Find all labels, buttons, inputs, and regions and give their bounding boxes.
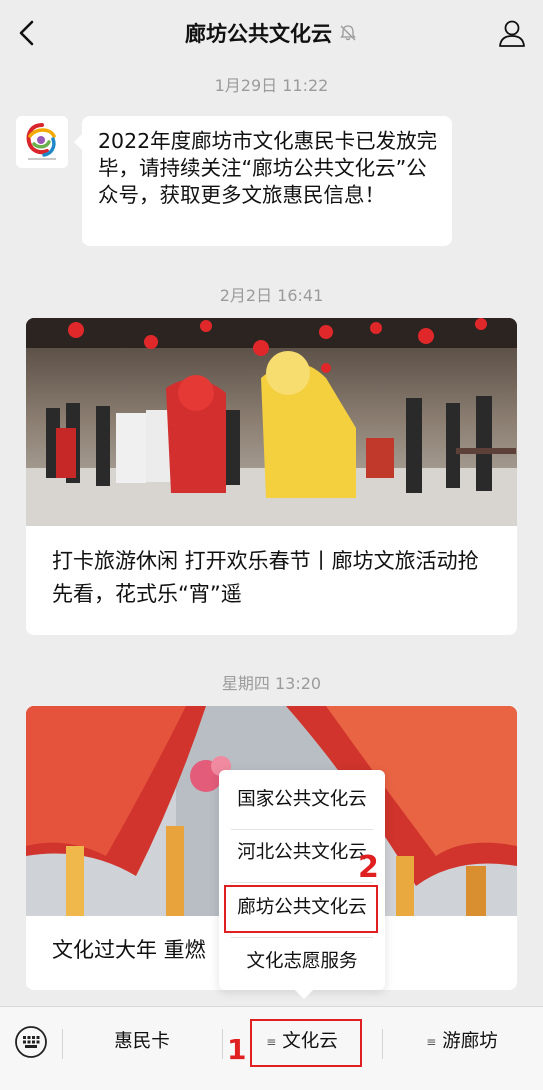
account-avatar[interactable]	[16, 116, 68, 168]
annotation-step-1: 1	[227, 1033, 247, 1066]
tab-youlangfang[interactable]: ≡ 游廊坊	[382, 1022, 542, 1062]
chat-header: 廊坊公共文化云	[0, 0, 543, 66]
menu-divider	[231, 882, 373, 883]
text-message-bubble[interactable]: 2022年度廊坊市文化惠民卡已发放完毕，请持续关注“廊坊公共文化云”公众号，获取…	[74, 116, 452, 246]
profile-icon[interactable]	[497, 18, 527, 48]
tab-huiminka[interactable]: 惠民卡	[62, 1022, 222, 1062]
timestamp: 1月29日 11:22	[214, 76, 329, 95]
keyboard-icon[interactable]	[14, 1025, 48, 1059]
chat-title: 廊坊公共文化云	[185, 22, 332, 46]
submenu-lines-icon: ≡	[426, 1035, 437, 1049]
menu-divider	[231, 937, 373, 938]
article-cover-lion-dance	[26, 318, 517, 526]
culture-cloud-logo-icon	[16, 116, 68, 168]
bottom-menu-bar: 惠民卡 ≡ 文化云 ≡ 游廊坊 1	[0, 1006, 543, 1090]
chat-title-wrap: 廊坊公共文化云	[185, 18, 358, 48]
annotation-step-2: 2	[358, 850, 379, 885]
back-icon[interactable]	[12, 16, 44, 50]
highlight-box-tab	[250, 1019, 362, 1067]
menu-item-national-culture-cloud[interactable]: 国家公共文化云	[219, 778, 385, 822]
mute-bell-icon	[340, 25, 356, 41]
article-title: 打卡旅游休闲 打开欢乐春节丨廊坊文旅活动抢先看，花式乐“宵”遥	[52, 549, 479, 606]
menu-divider	[231, 829, 373, 830]
tab-label: 游廊坊	[442, 1031, 498, 1052]
timestamp: 2月2日 16:41	[219, 286, 324, 305]
article-card-1[interactable]: 打卡旅游休闲 打开欢乐春节丨廊坊文旅活动抢先看，花式乐“宵”遥	[26, 318, 517, 635]
tab-label: 惠民卡	[114, 1031, 170, 1052]
timestamp: 星期四 13:20	[221, 674, 322, 693]
highlight-box-menu-item	[224, 885, 378, 933]
menu-item-culture-volunteer-service[interactable]: 文化志愿服务	[219, 940, 385, 984]
